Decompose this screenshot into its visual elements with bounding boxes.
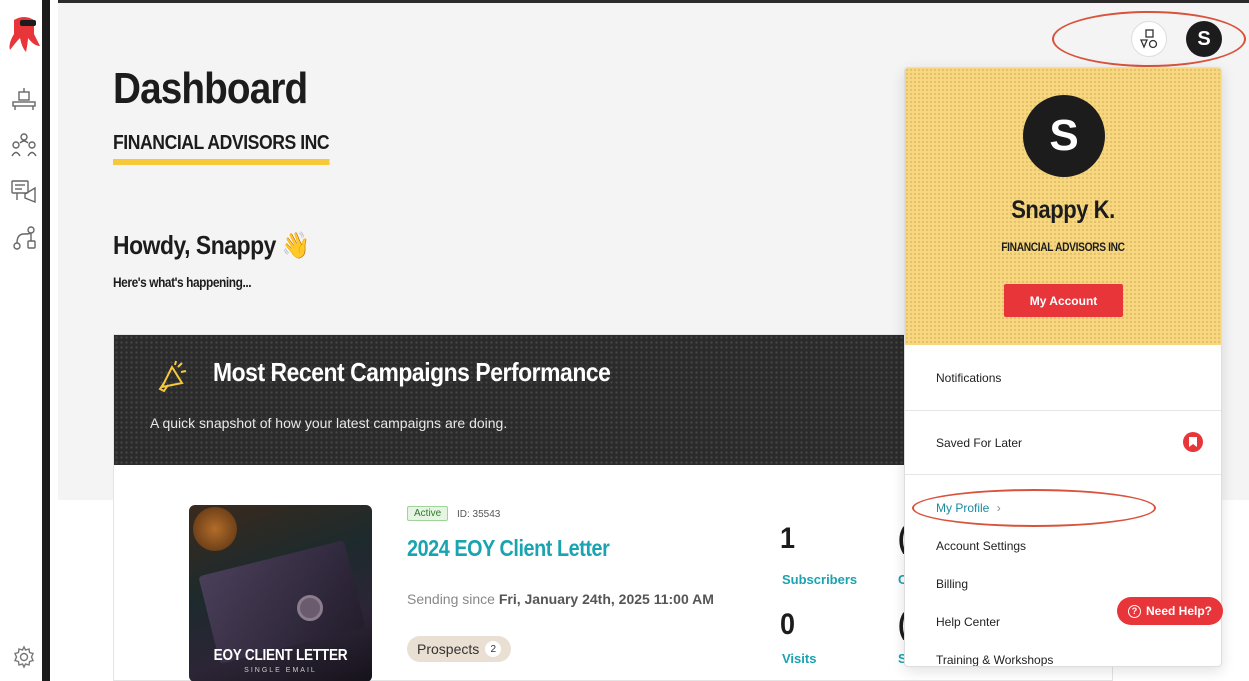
- campaigns-icon[interactable]: [9, 176, 39, 206]
- team-icon[interactable]: [9, 130, 39, 160]
- card-title: Most Recent Campaigns Performance: [213, 357, 611, 387]
- dropdown-header: S Snappy K. FINANCIAL ADVISORS INC My Ac…: [905, 68, 1221, 345]
- help-icon: ?: [1127, 604, 1141, 618]
- menu-item-billing[interactable]: Billing: [936, 577, 968, 591]
- desk-icon[interactable]: [9, 84, 39, 114]
- campaign-thumbnail[interactable]: EOY CLIENT LETTER SINGLE EMAIL: [189, 505, 372, 681]
- logo-icon[interactable]: [6, 14, 42, 54]
- my-account-button[interactable]: My Account: [1004, 284, 1123, 317]
- user-dropdown: S Snappy K. FINANCIAL ADVISORS INC My Ac…: [904, 67, 1222, 667]
- workflows-icon[interactable]: [9, 222, 39, 252]
- thumbnail-subtitle: SINGLE EMAIL: [244, 667, 317, 674]
- sending-since: Sending since Fri, January 24th, 2025 11…: [407, 591, 714, 607]
- avatar: S: [1023, 95, 1105, 177]
- visits-count: 0: [780, 608, 796, 641]
- visits-label[interactable]: Visits: [782, 651, 816, 666]
- gear-icon[interactable]: [12, 645, 36, 669]
- campaign-name-link[interactable]: 2024 EOY Client Letter: [407, 535, 610, 562]
- apps-button[interactable]: [1131, 21, 1167, 57]
- status-badge: Active: [407, 506, 449, 521]
- sidebar: [0, 0, 50, 681]
- subscribers-count: 1: [780, 522, 796, 555]
- greeting: Howdy, Snappy 👋: [113, 230, 310, 261]
- need-help-button[interactable]: ? Need Help?: [1117, 597, 1223, 625]
- card-subtitle: A quick snapshot of how your latest camp…: [150, 415, 508, 431]
- greeting-subtitle: Here's what's happening...: [113, 274, 252, 290]
- wax-seal-image: [297, 595, 323, 621]
- thumbnail-title: EOY CLIENT LETTER: [213, 647, 348, 664]
- wave-icon: 👋: [281, 230, 310, 260]
- tag-count: 2: [485, 641, 502, 657]
- tag-label: Prospects: [417, 641, 480, 657]
- campaign-id: ID: 35543: [457, 509, 501, 520]
- divider: [905, 410, 1221, 411]
- envelope-image: [198, 540, 366, 664]
- subscribers-label[interactable]: Subscribers: [782, 572, 857, 587]
- menu-item-help-center[interactable]: Help Center: [936, 615, 1000, 629]
- greeting-text: Howdy, Snappy: [113, 230, 276, 260]
- menu-item-account-settings[interactable]: Account Settings: [936, 539, 1026, 553]
- leaf-decoration: [193, 507, 237, 551]
- user-avatar-button[interactable]: S: [1186, 21, 1222, 57]
- menu-item-notifications[interactable]: Notifications: [936, 371, 1001, 385]
- user-company: FINANCIAL ADVISORS INC: [1001, 240, 1125, 254]
- divider: [905, 474, 1221, 475]
- company-name: FINANCIAL ADVISORS INC: [113, 132, 330, 165]
- need-help-label: Need Help?: [1145, 604, 1212, 618]
- user-name: Snappy K.: [1011, 196, 1115, 224]
- annotation-ellipse-profile: [912, 489, 1156, 527]
- menu-item-saved-for-later[interactable]: Saved For Later: [936, 436, 1022, 450]
- segment-tag[interactable]: Prospects 2: [407, 636, 512, 662]
- sending-date: Fri, January 24th, 2025 11:00 AM: [498, 591, 714, 607]
- megaphone-icon: [158, 360, 187, 393]
- page-title: Dashboard: [113, 64, 308, 113]
- bookmark-icon[interactable]: [1183, 432, 1203, 452]
- menu-item-training[interactable]: Training & Workshops: [936, 653, 1053, 666]
- sending-prefix: Sending since: [407, 591, 499, 607]
- shapes-icon: [1140, 29, 1158, 49]
- bookmark-glyph-icon: [1189, 437, 1197, 447]
